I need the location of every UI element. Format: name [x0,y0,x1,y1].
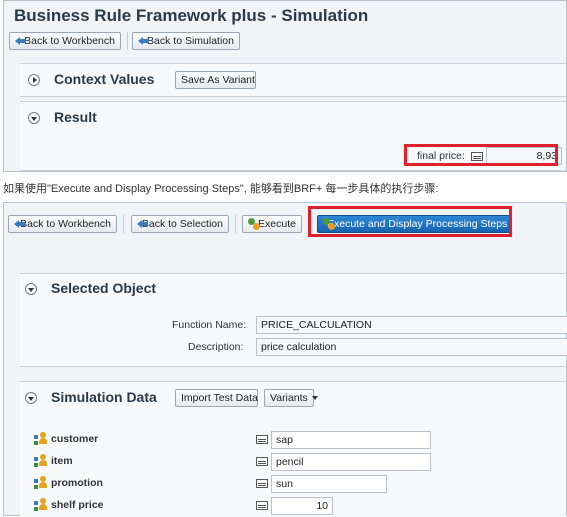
back-to-workbench-button[interactable]: Back to Workbench [8,215,117,233]
save-as-variant-button[interactable]: Save As Variant [175,71,256,89]
context-values-section: Context Values Save As Variant [20,63,566,97]
value-help-icon[interactable] [256,479,268,488]
param-value-input[interactable]: pencil [271,453,431,471]
simulation-panel: Back to Workbench Back to Selection Exec… [3,202,567,517]
param-name: item [51,455,73,467]
section-title: Simulation Data [51,389,157,405]
section-title: Selected Object [51,280,157,296]
collapse-toggle-icon[interactable] [25,392,37,404]
value-help-icon[interactable] [256,501,268,510]
function-name-label: Function Name: [172,319,247,331]
arrow-left-icon [15,36,27,46]
import-test-data-button[interactable]: Import Test Data [175,389,258,407]
arrow-left-icon [138,36,150,46]
param-name: customer [51,433,99,445]
param-value-input[interactable]: 10 [271,497,333,515]
description-field: price calculation [256,338,567,356]
selected-object-section: Selected Object Function Name: PRICE_CAL… [20,273,567,367]
simulation-data-section: Simulation Data Import Test Data Variant… [20,381,566,517]
value-help-icon[interactable] [256,457,268,466]
value-help-icon[interactable] [256,435,268,444]
execute-icon [248,218,261,230]
back-to-selection-button[interactable]: Back to Selection [131,215,229,233]
arrow-left-icon [14,219,26,229]
parameter-icon [34,454,48,468]
highlight-box [404,144,558,166]
param-name: promotion [51,477,103,489]
chevron-down-icon [311,396,318,400]
back-to-simulation-button[interactable]: Back to Simulation [132,32,240,50]
description-label: Description: [188,341,244,353]
back-to-workbench-button[interactable]: Back to Workbench [9,32,121,50]
toolbar-separator [235,215,236,233]
parameter-icon [34,498,48,512]
collapse-toggle-icon[interactable] [25,283,37,295]
section-title: Context Values [54,71,155,87]
toolbar-separator [123,215,124,233]
arrow-left-icon [137,219,147,229]
param-value-input[interactable]: sap [271,431,431,449]
param-name: shelf price [51,499,104,511]
caption-text: 如果使用"Execute and Display Processing Step… [3,183,439,195]
page-title: Business Rule Framework plus - Simulatio… [14,6,369,25]
parameter-icon [34,476,48,490]
highlight-box [308,206,512,237]
execute-button[interactable]: Execute [242,215,302,233]
collapse-toggle-icon[interactable] [28,112,40,124]
toolbar-separator [127,32,128,50]
section-title: Result [54,109,97,125]
toolbar: Back to Workbench Back to Simulation [4,29,566,53]
parameter-icon [34,432,48,446]
variants-button[interactable]: Variants [264,389,318,407]
param-value-input[interactable]: sun [271,475,387,493]
expand-toggle-icon[interactable] [28,74,40,86]
function-name-field: PRICE_CALCULATION [256,316,567,334]
